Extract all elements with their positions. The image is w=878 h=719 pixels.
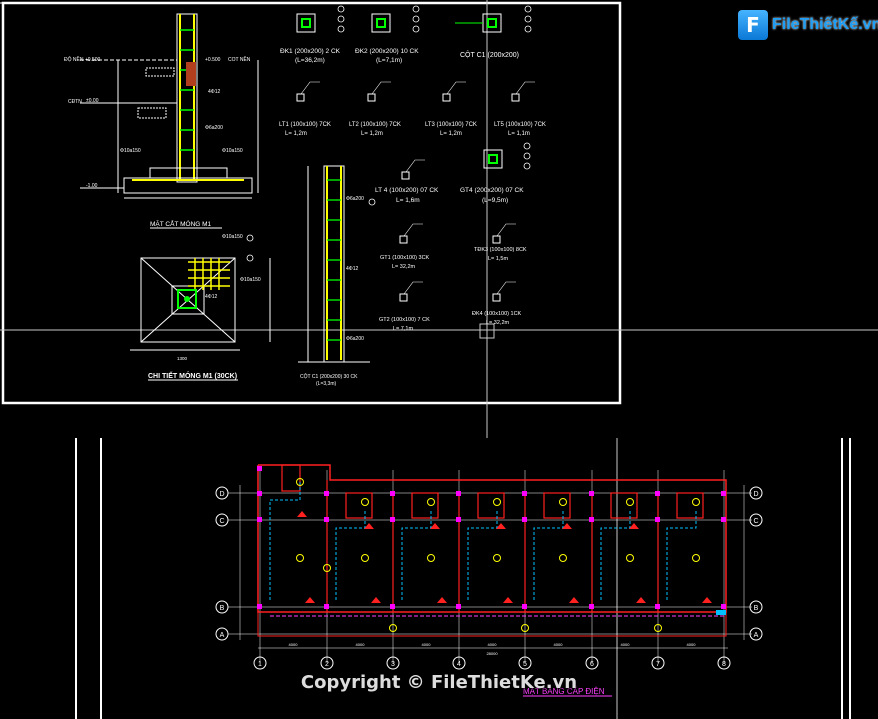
- schedule-len-5: L= 1,2m: [440, 131, 462, 137]
- axis-letter-a-left: A: [220, 632, 225, 639]
- crosshair-cursor: [0, 0, 878, 719]
- schedule-list: ĐK1 (200x200) 2 CK (L=36,2m) ĐK2 (200x20…: [279, 48, 546, 332]
- section-title: MẶT CẮT MÓNG M1: [150, 219, 212, 228]
- copyright-watermark: Copyright © FileThietKe.vn: [300, 672, 578, 693]
- detail-rebar-label-2: Φ10a150: [240, 277, 261, 283]
- column-length: (L=3,3m): [316, 381, 336, 387]
- label-floor: COT NỀN: [228, 56, 251, 63]
- axis-number-6: 6: [590, 661, 594, 668]
- schedule-len-7: L= 1,6m: [396, 197, 420, 204]
- detail-rebar-label-3: 4Φ12: [205, 294, 218, 300]
- schedule-name-11: GT2 (100x100) 7 CK: [379, 317, 430, 323]
- electrical-plan: [228, 464, 752, 663]
- schedule-name-3: LT1 (100x100) 7CK: [279, 122, 331, 128]
- axis-letter-a-right: A: [754, 632, 759, 639]
- plan-axes-letters: [215, 486, 763, 641]
- column-rebar-label-2: 4Φ12: [346, 266, 359, 272]
- rebar-label-a: 4Φ12: [208, 89, 221, 95]
- label-level-000: ±0.00: [86, 98, 99, 104]
- brand-logo-icon: F: [738, 10, 768, 40]
- schedule-len-9: L= 32,2m: [392, 264, 416, 270]
- dim-bay-5: 4000: [554, 642, 564, 647]
- label-natural-ground: CĐTN: [68, 99, 82, 105]
- schedule-name-5: LT3 (100x100) 7CK: [425, 122, 477, 128]
- axis-number-4: 4: [457, 661, 461, 668]
- detail-title: CHI TIẾT MÓNG M1 (30CK): [148, 370, 237, 380]
- column-title: CỘT C1 (200x200) 30 CK: [300, 373, 358, 380]
- axis-number-5: 5: [523, 661, 527, 668]
- detail-dim-width: 1300: [177, 356, 188, 361]
- schedule-name-1: ĐK2 (200x200) 10 CK: [355, 48, 419, 55]
- dim-total: 28000: [486, 651, 498, 656]
- column-rebar-label: Φ6a200: [346, 196, 364, 202]
- axis-number-7: 7: [656, 661, 660, 668]
- schedule-name-10: TĐK3 (100x100) 8CK: [474, 247, 527, 253]
- schedule-len-10: L= 1,5m: [488, 256, 508, 262]
- schedule-name-0: ĐK1 (200x200) 2 CK: [280, 48, 341, 55]
- schedule-len-3: L= 1,2m: [285, 131, 307, 137]
- schedule-name-12: ĐK4 (100x100) 1CK: [472, 311, 522, 317]
- distribution-board-icon: [716, 610, 726, 615]
- dim-bay-2: 4000: [356, 642, 366, 647]
- axis-number-3: 3: [391, 661, 395, 668]
- schedule-len-8: (L=9,5m): [482, 197, 508, 204]
- schedule-name-6: LT5 (100x100) 7CK: [494, 122, 546, 128]
- axis-letter-d-right: D: [753, 491, 758, 498]
- label-level-100: -1.00: [86, 183, 98, 189]
- brand-logo: F FileThiếtKế.vn: [738, 10, 878, 42]
- axis-number-2: 2: [325, 661, 329, 668]
- dim-bay-7: 4000: [687, 642, 697, 647]
- axis-number-1: 1: [258, 661, 262, 668]
- schedule-name-2: CỘT C1 (200x200): [460, 50, 519, 59]
- schedule-name-7: LT 4 (100x200) 07 CK: [375, 187, 439, 194]
- schedule-len-12: L= 32,2m: [486, 320, 510, 326]
- schedule-name-4: LT2 (100x100) 7CK: [349, 122, 401, 128]
- dim-bay-4: 4000: [488, 642, 498, 647]
- schedule-len-11: L= 7,1m: [393, 326, 413, 332]
- dim-bay-3: 4000: [422, 642, 432, 647]
- axis-letter-d-left: D: [219, 491, 224, 498]
- schedule-len-6: L= 1,1m: [508, 131, 530, 137]
- dim-bay-1: 4000: [289, 642, 299, 647]
- axis-letter-c-right: C: [753, 518, 758, 525]
- dim-bay-6: 4000: [621, 642, 631, 647]
- detail-rebar-label: Φ10a150: [222, 234, 243, 240]
- schedule-len-4: L= 1,2m: [361, 131, 383, 137]
- label-floor-level: ĐỘ NỀN +0.500: [64, 56, 100, 63]
- schedule-name-8: GT4 (200x200) 07 CK: [460, 187, 524, 194]
- axis-letter-b-left: B: [220, 605, 225, 612]
- axis-number-8: 8: [722, 661, 726, 668]
- label-level-0500: +0.500: [205, 57, 221, 63]
- brand-logo-text: FileThiếtKế.vn: [772, 16, 878, 33]
- rebar-label-c: Φ10a150: [120, 148, 141, 154]
- cad-drawing-canvas[interactable]: ĐỘ NỀN +0.500 COT NỀN +0.500 CĐTN ±0.00 …: [0, 0, 878, 719]
- rebar-label-b: Φ6a200: [205, 125, 223, 131]
- axis-letter-b-right: B: [754, 605, 759, 612]
- foundation-section: [80, 13, 259, 199]
- schedule-len-0: (L=36,2m): [295, 57, 325, 64]
- column-rebar-label-3: Φ6a200: [346, 336, 364, 342]
- rebar-label-d: Φ10a150: [222, 148, 243, 154]
- schedule-len-1: (L=7,1m): [376, 57, 402, 64]
- schedule-name-9: GT1 (100x100) 3CK: [380, 255, 430, 261]
- axis-letter-c-left: C: [219, 518, 224, 525]
- foundation-plan-detail: [130, 257, 271, 351]
